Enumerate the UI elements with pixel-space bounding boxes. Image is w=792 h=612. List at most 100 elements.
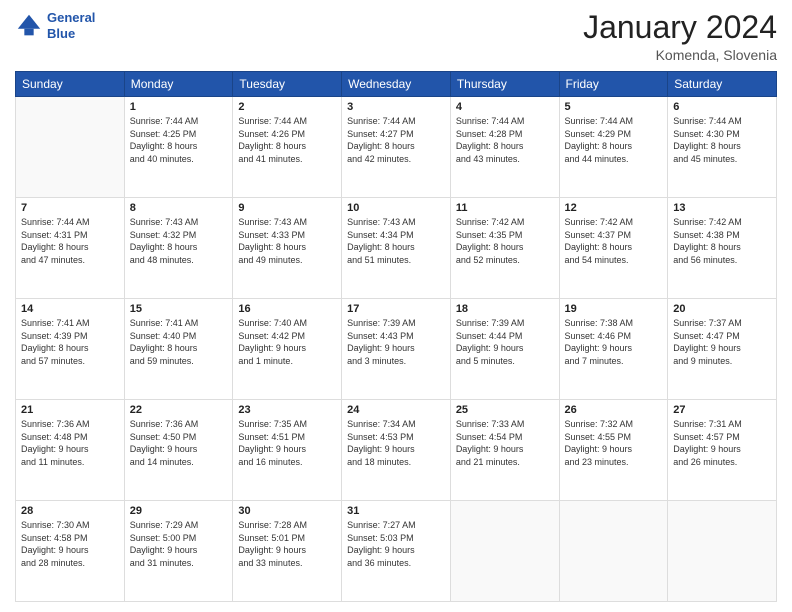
day-number: 12 bbox=[565, 202, 663, 214]
day-info: Sunrise: 7:43 AMSunset: 4:34 PMDaylight:… bbox=[347, 216, 445, 266]
day-info: Sunrise: 7:44 AMSunset: 4:30 PMDaylight:… bbox=[673, 115, 771, 165]
day-info: Sunrise: 7:40 AMSunset: 4:42 PMDaylight:… bbox=[238, 317, 336, 367]
calendar-cell: 28 Sunrise: 7:30 AMSunset: 4:58 PMDayligh… bbox=[16, 501, 125, 602]
day-number: 7 bbox=[21, 202, 119, 214]
day-info: Sunrise: 7:32 AMSunset: 4:55 PMDaylight:… bbox=[565, 418, 663, 468]
weekday-header-sunday: Sunday bbox=[16, 72, 125, 97]
month-title: January 2024 bbox=[583, 10, 777, 45]
day-number: 25 bbox=[456, 404, 554, 416]
day-info: Sunrise: 7:39 AMSunset: 4:44 PMDaylight:… bbox=[456, 317, 554, 367]
calendar-cell bbox=[668, 501, 777, 602]
location: Komenda, Slovenia bbox=[583, 47, 777, 63]
day-number: 5 bbox=[565, 101, 663, 113]
calendar-week-row: 7 Sunrise: 7:44 AMSunset: 4:31 PMDaylight… bbox=[16, 198, 777, 299]
day-number: 16 bbox=[238, 303, 336, 315]
day-number: 9 bbox=[238, 202, 336, 214]
calendar-cell: 3Sunrise: 7:44 AMSunset: 4:27 PMDaylight… bbox=[342, 97, 451, 198]
calendar-cell: 18 Sunrise: 7:39 AMSunset: 4:44 PMDayligh… bbox=[450, 299, 559, 400]
day-number: 20 bbox=[673, 303, 771, 315]
day-number: 15 bbox=[130, 303, 228, 315]
weekday-header-thursday: Thursday bbox=[450, 72, 559, 97]
calendar-cell: 20 Sunrise: 7:37 AMSunset: 4:47 PMDayligh… bbox=[668, 299, 777, 400]
calendar-cell: 4Sunrise: 7:44 AMSunset: 4:28 PMDaylight… bbox=[450, 97, 559, 198]
day-number: 30 bbox=[238, 505, 336, 517]
day-info: Sunrise: 7:42 AMSunset: 4:37 PMDaylight:… bbox=[565, 216, 663, 266]
day-info: Sunrise: 7:42 AMSunset: 4:35 PMDaylight:… bbox=[456, 216, 554, 266]
day-info: Sunrise: 7:37 AMSunset: 4:47 PMDaylight:… bbox=[673, 317, 771, 367]
calendar-cell: 11 Sunrise: 7:42 AMSunset: 4:35 PMDayligh… bbox=[450, 198, 559, 299]
day-number: 26 bbox=[565, 404, 663, 416]
day-info: Sunrise: 7:44 AMSunset: 4:25 PMDaylight:… bbox=[130, 115, 228, 165]
calendar-cell: 26 Sunrise: 7:32 AMSunset: 4:55 PMDayligh… bbox=[559, 400, 668, 501]
title-block: January 2024 Komenda, Slovenia bbox=[583, 10, 777, 63]
day-info: Sunrise: 7:36 AMSunset: 4:48 PMDaylight:… bbox=[21, 418, 119, 468]
day-number: 29 bbox=[130, 505, 228, 517]
calendar-cell: 7 Sunrise: 7:44 AMSunset: 4:31 PMDaylight… bbox=[16, 198, 125, 299]
day-info: Sunrise: 7:35 AMSunset: 4:51 PMDaylight:… bbox=[238, 418, 336, 468]
calendar-cell bbox=[16, 97, 125, 198]
day-number: 13 bbox=[673, 202, 771, 214]
calendar-cell: 22Sunrise: 7:36 AMSunset: 4:50 PMDayligh… bbox=[124, 400, 233, 501]
calendar-cell: 8 Sunrise: 7:43 AMSunset: 4:32 PMDaylight… bbox=[124, 198, 233, 299]
day-number: 4 bbox=[456, 101, 554, 113]
day-number: 1 bbox=[130, 101, 228, 113]
calendar-cell: 25 Sunrise: 7:33 AMSunset: 4:54 PMDayligh… bbox=[450, 400, 559, 501]
day-info: Sunrise: 7:31 AMSunset: 4:57 PMDaylight:… bbox=[673, 418, 771, 468]
header: General Blue January 2024 Komenda, Slove… bbox=[15, 10, 777, 63]
day-number: 18 bbox=[456, 303, 554, 315]
day-info: Sunrise: 7:44 AMSunset: 4:26 PMDaylight:… bbox=[238, 115, 336, 165]
calendar-week-row: 21 Sunrise: 7:36 AMSunset: 4:48 PMDayligh… bbox=[16, 400, 777, 501]
day-number: 21 bbox=[21, 404, 119, 416]
calendar-table: SundayMondayTuesdayWednesdayThursdayFrid… bbox=[15, 71, 777, 602]
calendar-cell: 10 Sunrise: 7:43 AMSunset: 4:34 PMDayligh… bbox=[342, 198, 451, 299]
calendar-cell: 23 Sunrise: 7:35 AMSunset: 4:51 PMDayligh… bbox=[233, 400, 342, 501]
day-info: Sunrise: 7:29 AMSunset: 5:00 PMDaylight:… bbox=[130, 519, 228, 569]
day-number: 6 bbox=[673, 101, 771, 113]
day-info: Sunrise: 7:44 AMSunset: 4:27 PMDaylight:… bbox=[347, 115, 445, 165]
calendar-cell: 6 Sunrise: 7:44 AMSunset: 4:30 PMDaylight… bbox=[668, 97, 777, 198]
calendar-cell: 24 Sunrise: 7:34 AMSunset: 4:53 PMDayligh… bbox=[342, 400, 451, 501]
logo: General Blue bbox=[15, 10, 95, 41]
day-info: Sunrise: 7:30 AMSunset: 4:58 PMDaylight:… bbox=[21, 519, 119, 569]
day-info: Sunrise: 7:43 AMSunset: 4:33 PMDaylight:… bbox=[238, 216, 336, 266]
weekday-header-monday: Monday bbox=[124, 72, 233, 97]
day-number: 8 bbox=[130, 202, 228, 214]
calendar-cell: 1 Sunrise: 7:44 AMSunset: 4:25 PMDaylight… bbox=[124, 97, 233, 198]
calendar-cell: 19 Sunrise: 7:38 AMSunset: 4:46 PMDayligh… bbox=[559, 299, 668, 400]
day-info: Sunrise: 7:43 AMSunset: 4:32 PMDaylight:… bbox=[130, 216, 228, 266]
day-number: 31 bbox=[347, 505, 445, 517]
calendar-cell: 13Sunrise: 7:42 AMSunset: 4:38 PMDayligh… bbox=[668, 198, 777, 299]
calendar-cell: 27Sunrise: 7:31 AMSunset: 4:57 PMDayligh… bbox=[668, 400, 777, 501]
day-info: Sunrise: 7:44 AMSunset: 4:29 PMDaylight:… bbox=[565, 115, 663, 165]
day-number: 24 bbox=[347, 404, 445, 416]
calendar-page: General Blue January 2024 Komenda, Slove… bbox=[0, 0, 792, 612]
weekday-header-wednesday: Wednesday bbox=[342, 72, 451, 97]
day-number: 17 bbox=[347, 303, 445, 315]
calendar-week-row: 1 Sunrise: 7:44 AMSunset: 4:25 PMDaylight… bbox=[16, 97, 777, 198]
logo-icon bbox=[15, 12, 43, 40]
calendar-cell: 12 Sunrise: 7:42 AMSunset: 4:37 PMDayligh… bbox=[559, 198, 668, 299]
weekday-header-friday: Friday bbox=[559, 72, 668, 97]
day-info: Sunrise: 7:38 AMSunset: 4:46 PMDaylight:… bbox=[565, 317, 663, 367]
calendar-cell bbox=[559, 501, 668, 602]
day-number: 10 bbox=[347, 202, 445, 214]
weekday-header-saturday: Saturday bbox=[668, 72, 777, 97]
day-info: Sunrise: 7:41 AMSunset: 4:39 PMDaylight:… bbox=[21, 317, 119, 367]
calendar-cell: 29 Sunrise: 7:29 AMSunset: 5:00 PMDayligh… bbox=[124, 501, 233, 602]
calendar-cell: 15Sunrise: 7:41 AMSunset: 4:40 PMDayligh… bbox=[124, 299, 233, 400]
day-info: Sunrise: 7:44 AMSunset: 4:31 PMDaylight:… bbox=[21, 216, 119, 266]
calendar-cell: 31Sunrise: 7:27 AMSunset: 5:03 PMDayligh… bbox=[342, 501, 451, 602]
day-number: 14 bbox=[21, 303, 119, 315]
day-info: Sunrise: 7:33 AMSunset: 4:54 PMDaylight:… bbox=[456, 418, 554, 468]
calendar-cell: 5 Sunrise: 7:44 AMSunset: 4:29 PMDaylight… bbox=[559, 97, 668, 198]
weekday-header-tuesday: Tuesday bbox=[233, 72, 342, 97]
logo-text: General Blue bbox=[47, 10, 95, 41]
day-info: Sunrise: 7:34 AMSunset: 4:53 PMDaylight:… bbox=[347, 418, 445, 468]
day-number: 11 bbox=[456, 202, 554, 214]
day-number: 19 bbox=[565, 303, 663, 315]
day-number: 28 bbox=[21, 505, 119, 517]
day-number: 23 bbox=[238, 404, 336, 416]
calendar-cell: 21 Sunrise: 7:36 AMSunset: 4:48 PMDayligh… bbox=[16, 400, 125, 501]
calendar-cell: 9 Sunrise: 7:43 AMSunset: 4:33 PMDaylight… bbox=[233, 198, 342, 299]
day-number: 2 bbox=[238, 101, 336, 113]
